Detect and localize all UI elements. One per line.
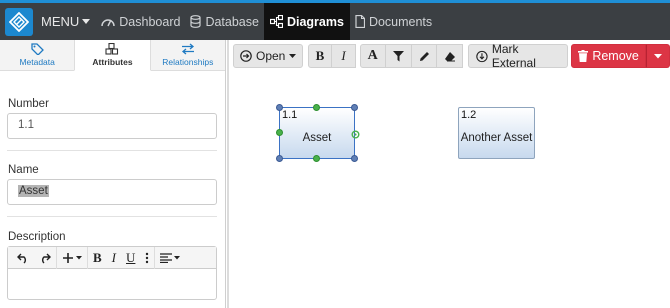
diagram-canvas[interactable]: Open B I A Mark External Remove 1.1 Asse… [227,40,670,308]
node-label: Asset [302,132,332,144]
remove-button[interactable]: Remove [571,44,646,68]
undo-button[interactable] [12,247,34,269]
diagram-icon [269,15,283,28]
align-left-icon [160,252,173,263]
italic-button[interactable]: I [332,44,357,68]
caret-down-icon [76,255,82,259]
align-dropdown[interactable] [155,247,185,269]
tab-metadata[interactable]: Metadata [0,40,74,70]
font-button[interactable]: A [359,44,386,68]
divider [7,150,217,151]
database-icon [190,15,202,28]
tab-metadata-label: Metadata [19,57,55,67]
arrow-circle-down-icon [476,50,488,62]
pencil-icon [419,51,429,61]
resize-handle[interactable] [276,104,283,111]
italic-button[interactable]: I [107,247,121,269]
description-editor[interactable]: B I U [7,246,217,300]
nav-diagrams[interactable]: Diagrams [263,3,350,40]
description-content[interactable] [8,269,216,299]
properties-panel: Metadata Attributes Relationships Number… [0,40,226,308]
nav-dashboard[interactable]: Dashboard [96,3,185,40]
caret-down-icon [82,18,91,24]
open-dropdown[interactable]: Open [233,44,304,68]
mark-external-button[interactable]: Mark External [467,42,568,70]
nav-database[interactable]: Database [185,3,264,40]
nav-documents[interactable]: Documents [350,3,437,40]
name-label: Name [8,164,39,176]
caret-down-icon [653,53,662,58]
link-anchor-icon[interactable] [351,128,360,139]
anchor-icon [351,130,360,139]
tab-relationships[interactable]: Relationships [151,40,225,70]
number-field[interactable]: 1.1 [7,113,217,139]
node-number: 1.1 [282,109,298,121]
dashboard-icon [101,18,116,26]
top-navbar: MENU Dashboard Database Diagrams Documen… [0,0,670,40]
name-field[interactable]: Asset [7,179,217,205]
description-label: Description [8,231,66,243]
document-icon [355,15,365,28]
diamond-logo-icon [9,11,29,32]
number-value: 1.1 [18,119,34,131]
connection-handle[interactable] [313,155,320,162]
caret-down-icon [174,255,181,259]
caret-down-icon [289,53,297,58]
diagram-node-asset[interactable]: 1.1 Asset [279,107,355,159]
name-value: Asset [18,185,49,197]
more-options-button[interactable] [140,246,156,269]
cubes-icon [105,43,119,55]
resize-handle[interactable] [351,155,358,162]
pencil-button[interactable] [411,44,438,68]
plus-icon [63,252,73,263]
editor-toolbar: B I U [8,246,216,269]
diagram-node-another-asset[interactable]: 1.2 Another Asset [458,107,535,159]
underline-button[interactable]: U [121,247,140,269]
nav-dashboard-label: Dashboard [119,14,181,29]
redo-icon [42,253,51,264]
eraser-icon [444,51,455,61]
nav-database-label: Database [205,14,259,29]
diagram-toolbar: Open B I A Mark External Remove [233,42,670,70]
arrow-circle-right-icon [240,50,252,62]
open-label: Open [256,49,286,63]
bold-button[interactable]: B [88,247,107,269]
tab-attributes[interactable]: Attributes [74,40,151,71]
connection-handle[interactable] [276,129,283,136]
number-label: Number [8,98,49,110]
undo-icon [17,253,26,264]
vertical-ellipsis-icon [146,252,149,263]
trash-icon [578,50,589,62]
properties-tabs: Metadata Attributes Relationships [0,40,225,71]
mark-external-label: Mark External [491,42,536,70]
nav-documents-label: Documents [368,14,433,29]
divider [7,216,217,217]
tag-icon [31,43,44,55]
eraser-button[interactable] [437,44,464,68]
node-number: 1.2 [461,109,477,121]
filter-button[interactable] [385,44,412,68]
tab-relationships-label: Relationships [162,57,214,67]
menu-button[interactable]: MENU [41,14,91,29]
exchange-icon [181,43,194,55]
connection-handle[interactable] [313,104,320,111]
resize-handle[interactable] [276,155,283,162]
redo-button[interactable] [34,246,57,269]
filter-icon [392,50,404,61]
insert-dropdown[interactable] [57,246,88,269]
bold-button[interactable]: B [307,44,333,68]
remove-label: Remove [592,49,639,63]
nav-diagrams-label: Diagrams [286,14,344,29]
remove-dropdown-toggle[interactable] [645,44,670,68]
node-label: Another Asset [460,132,533,144]
app-logo[interactable] [5,7,33,36]
resize-handle[interactable] [351,104,358,111]
menu-label: MENU [41,14,80,29]
tab-attributes-label: Attributes [92,57,133,67]
